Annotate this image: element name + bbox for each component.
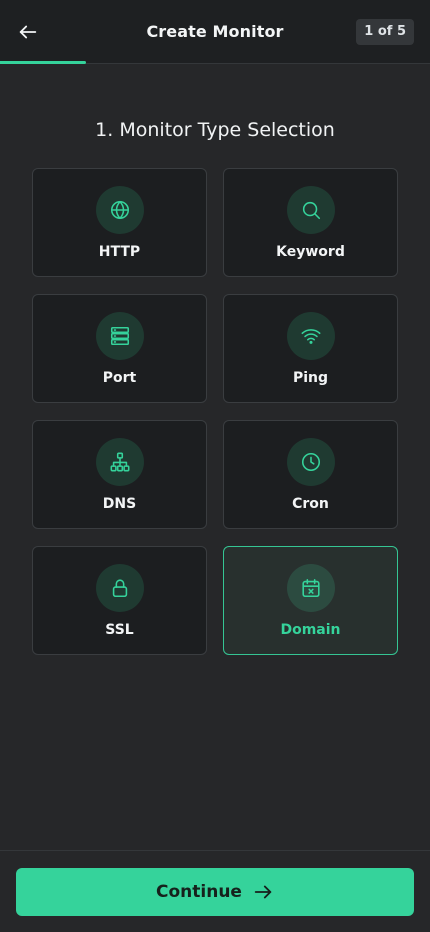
continue-label: Continue <box>156 882 242 902</box>
icon-badge <box>286 438 335 486</box>
continue-button[interactable]: Continue <box>16 868 414 916</box>
footer: Continue <box>0 850 430 932</box>
wifi-icon <box>301 329 320 344</box>
monitor-type-card-cron[interactable]: Cron <box>223 420 398 529</box>
monitor-type-card-port[interactable]: Port <box>32 294 207 403</box>
monitor-type-label: Port <box>102 370 137 386</box>
icon-badge <box>95 564 144 612</box>
icon-badge <box>95 312 144 360</box>
header: Create Monitor 1 of 5 <box>0 0 430 64</box>
monitor-type-label: Cron <box>292 496 329 512</box>
app: Create Monitor 1 of 5 1. Monitor Type Se… <box>0 0 430 932</box>
monitor-type-card-keyword[interactable]: Keyword <box>223 168 398 277</box>
icon-badge <box>286 186 335 234</box>
sitemap-icon <box>110 452 129 472</box>
arrow-right-icon <box>254 885 272 899</box>
monitor-type-label: HTTP <box>98 244 141 260</box>
section-title: 1. Monitor Type Selection <box>95 119 335 141</box>
monitor-type-label: Keyword <box>276 244 345 260</box>
progress-fill <box>0 61 86 64</box>
server-icon <box>110 326 129 346</box>
monitor-type-card-domain[interactable]: Domain <box>223 546 398 655</box>
monitor-type-label: Ping <box>292 370 329 386</box>
monitor-type-card-dns[interactable]: DNS <box>32 420 207 529</box>
lock-icon <box>112 579 127 598</box>
globe-icon <box>110 200 129 220</box>
icon-badge <box>286 564 335 612</box>
monitor-type-label: DNS <box>102 496 137 512</box>
monitor-type-grid: HTTP Keyword Port Ping DNS Cron SSL Domain <box>32 168 398 655</box>
icon-badge <box>95 186 144 234</box>
monitor-type-label: Domain <box>280 622 341 638</box>
monitor-type-label: SSL <box>105 622 134 638</box>
monitor-type-card-ping[interactable]: Ping <box>223 294 398 403</box>
step-badge: 1 of 5 <box>356 19 414 45</box>
monitor-type-card-ssl[interactable]: SSL <box>32 546 207 655</box>
calendar-x-icon <box>301 578 320 598</box>
progress-bar <box>0 61 430 64</box>
clock-icon <box>301 452 320 472</box>
search-icon <box>302 201 320 220</box>
monitor-type-card-http[interactable]: HTTP <box>32 168 207 277</box>
icon-badge <box>286 312 335 360</box>
icon-badge <box>95 438 144 486</box>
